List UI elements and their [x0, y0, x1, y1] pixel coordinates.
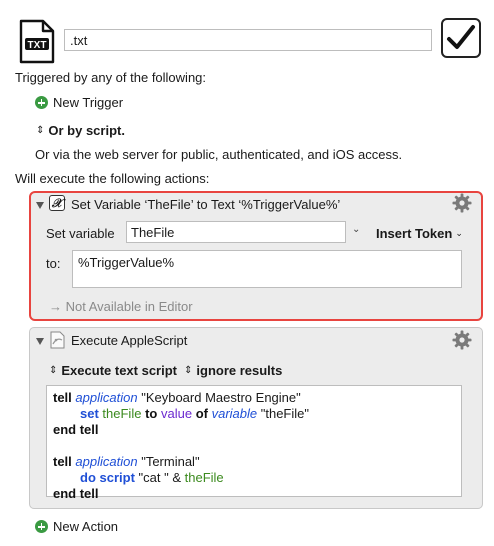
script-mode-label: Execute text script — [61, 363, 177, 378]
new-action-label: New Action — [53, 519, 119, 534]
triggers-heading: Triggered by any of the following: — [15, 70, 207, 85]
gear-icon[interactable] — [452, 193, 472, 213]
applescript-icon — [50, 331, 65, 349]
add-icon — [35, 520, 48, 533]
script-mode-popup[interactable]: ⇕ Execute text script — [49, 363, 177, 378]
code-line: tell application "Keyboard Maestro Engin… — [53, 390, 301, 405]
code-line: end tell — [53, 486, 99, 501]
set-variable-title: Set Variable ‘TheFile’ to Text ‘%Trigger… — [71, 197, 341, 212]
code-line: end tell — [53, 422, 99, 437]
variable-icon: 𝒳 — [49, 195, 65, 211]
new-trigger-label: New Trigger — [53, 95, 124, 110]
disclosure-triangle-icon[interactable] — [36, 338, 44, 345]
code-line: set theFile to value of variable "theFil… — [80, 406, 309, 421]
variable-dropdown-chevron-icon[interactable]: ⌄ — [352, 224, 360, 235]
add-icon — [35, 96, 48, 109]
actions-heading: Will execute the following actions: — [15, 171, 210, 186]
not-available-text: → Not Available in Editor — [49, 299, 193, 314]
checkmark-icon — [447, 25, 475, 49]
updown-chevron-icon: ⇕ — [49, 365, 58, 376]
file-icon-label: TXT — [28, 40, 47, 51]
disclosure-triangle-icon[interactable] — [36, 202, 44, 209]
to-text-field[interactable]: %TriggerValue% — [72, 250, 462, 288]
chevron-down-icon: ⌄ — [455, 228, 463, 238]
set-variable-label: Set variable — [46, 226, 115, 241]
new-action-button[interactable]: New Action — [35, 519, 118, 534]
gear-icon[interactable] — [452, 330, 472, 350]
macro-name-field[interactable]: .txt — [64, 29, 432, 51]
or-by-script-toggle[interactable]: ⇕ Or by script. — [36, 123, 125, 138]
insert-token-label: Insert Token — [376, 226, 453, 241]
variable-name-field[interactable]: TheFile — [126, 221, 346, 243]
updown-chevron-icon: ⇕ — [36, 124, 45, 136]
or-by-script-label: Or by script. — [48, 123, 125, 138]
insert-token-menu[interactable]: Insert Token ⌄ — [376, 226, 463, 241]
code-line: tell application "Terminal" — [53, 454, 200, 469]
web-server-text: Or via the web server for public, authen… — [35, 147, 403, 162]
applescript-title: Execute AppleScript — [71, 333, 188, 348]
new-trigger-button[interactable]: New Trigger — [35, 95, 123, 110]
macro-enabled-checkbox[interactable] — [441, 18, 481, 58]
applescript-editor[interactable]: tell application "Keyboard Maestro Engin… — [46, 385, 462, 501]
results-label: ignore results — [196, 363, 283, 378]
file-icon: TXT — [17, 19, 57, 64]
updown-chevron-icon: ⇕ — [184, 365, 193, 376]
results-popup[interactable]: ⇕ ignore results — [184, 363, 282, 378]
code-line: do script "cat " & theFile — [80, 470, 224, 485]
to-label: to: — [46, 256, 61, 271]
